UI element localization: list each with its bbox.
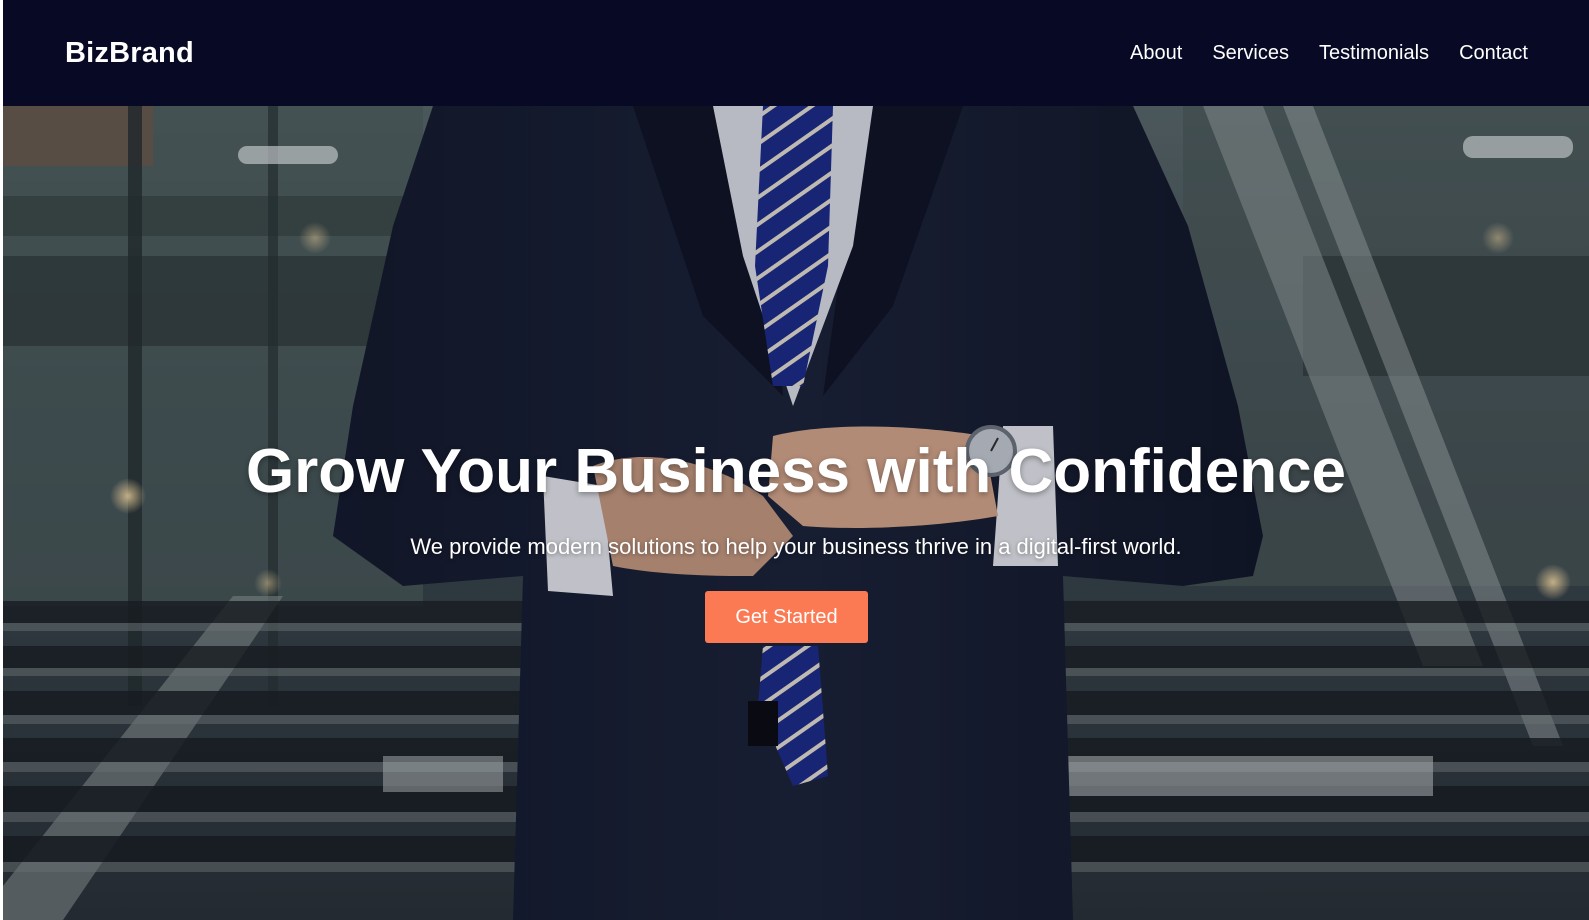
hero-section: Grow Your Business with Confidence We pr… [3,106,1589,920]
nav-link-about[interactable]: About [1130,42,1182,65]
page: BizBrand About Services Testimonials Con… [3,0,1589,920]
nav-link-testimonials[interactable]: Testimonials [1319,42,1429,65]
hero-content: Grow Your Business with Confidence We pr… [3,106,1589,920]
hero-subtitle: We provide modern solutions to help your… [410,534,1182,559]
main-nav: About Services Testimonials Contact [1130,42,1528,65]
get-started-button[interactable]: Get Started [705,591,868,643]
nav-link-contact[interactable]: Contact [1459,42,1528,65]
hero-title: Grow Your Business with Confidence [245,437,1347,506]
nav-link-services[interactable]: Services [1212,42,1289,65]
brand-logo[interactable]: BizBrand [65,37,194,70]
site-header: BizBrand About Services Testimonials Con… [3,0,1589,106]
